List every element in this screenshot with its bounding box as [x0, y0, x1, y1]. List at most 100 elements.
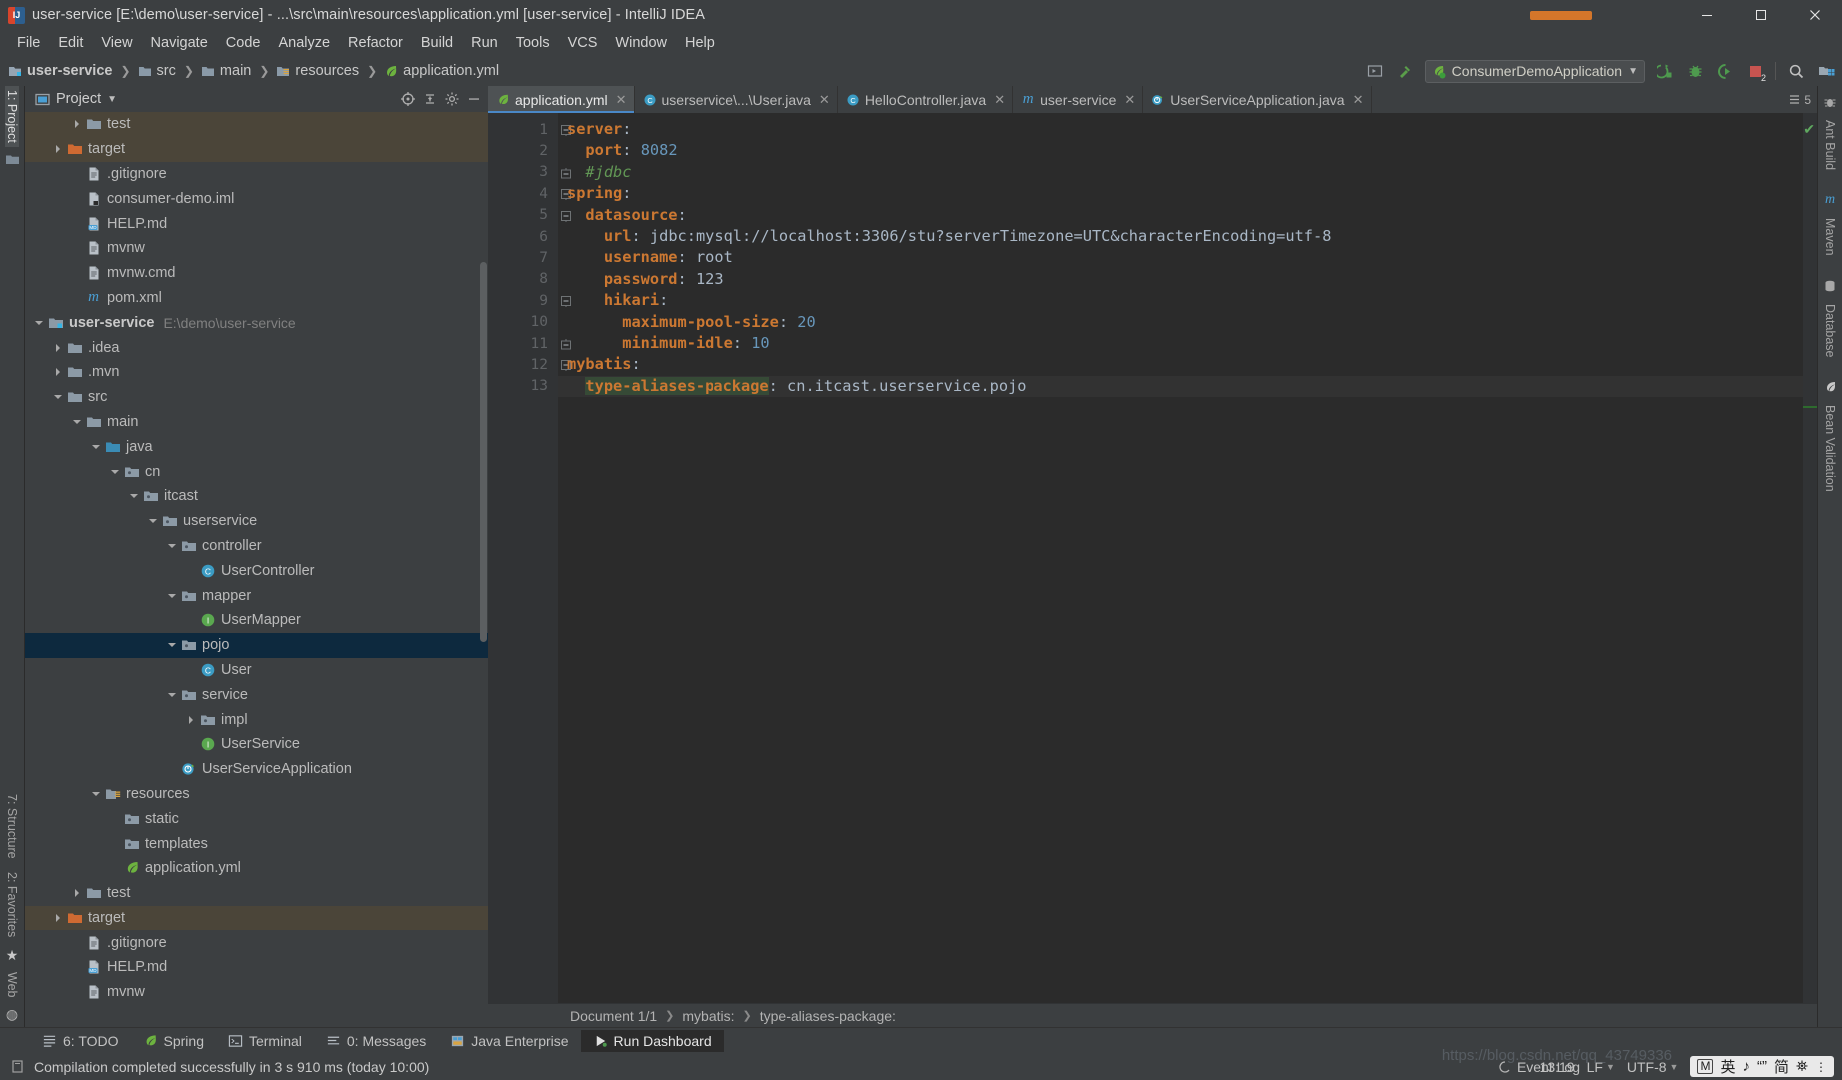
tree-row-static[interactable]: static	[25, 806, 488, 831]
tree-row-usermapper[interactable]: I UserMapper	[25, 608, 488, 633]
tree-row-pom-xml[interactable]: m pom.xml	[25, 286, 488, 311]
close-icon[interactable]: ✕	[1124, 92, 1135, 108]
project-tree[interactable]: test target .gitignore consumer-demo.iml MD H…	[25, 112, 488, 1027]
gutter-line-13[interactable]: 13	[488, 376, 571, 397]
chevron-right-icon[interactable]	[50, 340, 66, 356]
tree-row--gitignore[interactable]: .gitignore	[25, 162, 488, 187]
nav-crumb-src[interactable]: src ❯	[138, 63, 201, 79]
tool-button-favorites[interactable]: 2: Favorites	[5, 868, 19, 941]
chevron-down-icon[interactable]	[126, 488, 142, 504]
chevron-down-icon[interactable]	[88, 439, 104, 455]
error-stripe-marker-panel[interactable]: ✔	[1803, 113, 1817, 1003]
build-hammer-icon[interactable]	[1395, 61, 1415, 81]
tree-row-help-md[interactable]: MD HELP.md	[25, 955, 488, 980]
editor-tab-application-yml[interactable]: application.yml ✕	[488, 86, 635, 113]
ime-simplified[interactable]: 简	[1774, 1056, 1789, 1077]
code-line-9[interactable]: hikari:	[558, 290, 1817, 311]
chevron-down-icon[interactable]	[145, 513, 161, 529]
chevron-down-icon[interactable]	[107, 464, 123, 480]
close-icon[interactable]: ✕	[1353, 92, 1364, 108]
gutter-line-6[interactable]: 6	[488, 226, 558, 247]
editor-gutter[interactable]: 1 2 3 4 5 6 7 8 9 10 11 12 13	[488, 113, 571, 1003]
nav-crumb-main[interactable]: main ❯	[201, 63, 277, 79]
tree-row-pojo[interactable]: pojo	[25, 632, 488, 658]
nav-crumb-file[interactable]: application.yml	[384, 63, 499, 79]
breadcrumb-item[interactable]: Document 1/1	[570, 1008, 657, 1024]
chevron-right-icon[interactable]	[50, 364, 66, 380]
breadcrumb-item[interactable]: mybatis:	[682, 1008, 734, 1024]
tab-overflow-indicator[interactable]: 5	[1788, 86, 1817, 113]
tree-row-help-md[interactable]: MD HELP.md	[25, 211, 488, 236]
gutter-line-9[interactable]: 9	[488, 290, 571, 311]
chevron-down-icon[interactable]	[31, 315, 47, 331]
code-line-1[interactable]: server:	[558, 119, 1817, 140]
nav-crumb-project[interactable]: user-service ❯	[8, 63, 138, 79]
editor-tab-bar[interactable]: application.yml ✕ Cuserservice\...\User.ja…	[488, 86, 1817, 113]
gutter-line-11[interactable]: 11	[488, 333, 571, 354]
menu-window[interactable]: Window	[606, 32, 676, 54]
editor-tab-userserviceapplication-java[interactable]: UserServiceApplication.java ✕	[1143, 86, 1372, 113]
code-line-2[interactable]: port: 8082	[558, 140, 1817, 161]
editor-tab-userservice-user-java[interactable]: Cuserservice\...\User.java ✕	[635, 86, 838, 113]
tree-row-mapper[interactable]: mapper	[25, 583, 488, 608]
close-icon[interactable]: ✕	[994, 92, 1005, 108]
scroll-from-source-icon[interactable]	[400, 91, 416, 107]
settings-gear-icon[interactable]	[444, 91, 460, 107]
tree-row-userservice[interactable]: I UserService	[25, 732, 488, 757]
collapse-all-icon[interactable]	[422, 91, 438, 107]
tree-row-main[interactable]: main	[25, 410, 488, 435]
tree-row-src[interactable]: src	[25, 385, 488, 410]
tool-button-project[interactable]: 1: Project	[5, 86, 19, 147]
tool-button-ant-build[interactable]: Ant Build	[1823, 116, 1837, 174]
menu-view[interactable]: View	[92, 32, 141, 54]
tree-row-user-service[interactable]: user-service E:\demo\user-service	[25, 310, 488, 335]
chevron-down-icon[interactable]	[164, 637, 180, 653]
ime-punctuation[interactable]: “”	[1757, 1058, 1767, 1075]
tree-row-service[interactable]: service	[25, 682, 488, 707]
code-line-6[interactable]: url: jdbc:mysql://localhost:3306/stu?ser…	[558, 226, 1817, 247]
code-line-8[interactable]: password: 123	[558, 269, 1817, 290]
tree-row-test[interactable]: test	[25, 112, 488, 137]
ime-extra-icon[interactable]: ⛯	[1796, 1058, 1808, 1075]
bottom-tool-window-bar[interactable]: 6: TODO Spring Terminal 0: Messages Java Ent…	[0, 1027, 1842, 1053]
gutter-line-4[interactable]: 4	[488, 183, 571, 204]
encoding-selector[interactable]: UTF-8 ▼	[1627, 1059, 1679, 1075]
tree-row-usercontroller[interactable]: C UserController	[25, 558, 488, 583]
code-line-13[interactable]: type-aliases-package: cn.itcast.userserv…	[558, 375, 1817, 398]
select-in-icon[interactable]	[1365, 61, 1385, 81]
line-separator-selector[interactable]: LF ▼	[1587, 1059, 1615, 1075]
minimize-button[interactable]	[1680, 0, 1734, 30]
menu-edit[interactable]: Edit	[49, 32, 92, 54]
gutter-line-5[interactable]: 5	[488, 205, 571, 226]
menu-code[interactable]: Code	[217, 32, 270, 54]
menu-help[interactable]: Help	[676, 32, 724, 54]
code-line-5[interactable]: datasource:	[558, 205, 1817, 226]
nav-crumb-resources[interactable]: resources ❯	[276, 63, 384, 79]
tool-button-web[interactable]: Web	[5, 968, 19, 1001]
run-configuration-selector[interactable]: ConsumerDemoApplication ▼	[1424, 59, 1645, 83]
tree-row-mvnw-cmd[interactable]: mvnw.cmd	[25, 261, 488, 286]
tree-row-userserviceapplication[interactable]: UserServiceApplication	[25, 757, 488, 782]
chevron-down-icon[interactable]	[164, 687, 180, 703]
gutter-line-10[interactable]: 10	[488, 312, 558, 333]
tree-row-impl[interactable]: impl	[25, 707, 488, 732]
tree-row-resources[interactable]: resources	[25, 782, 488, 807]
gutter-line-8[interactable]: 8	[488, 269, 558, 290]
tool-window-button-run-dashboard[interactable]: Run Dashboard	[580, 1029, 724, 1052]
menu-analyze[interactable]: Analyze	[269, 32, 339, 54]
tree-row-user[interactable]: C User	[25, 658, 488, 683]
ime-language[interactable]: 英	[1720, 1056, 1735, 1077]
tree-row-controller[interactable]: controller	[25, 534, 488, 559]
chevron-right-icon[interactable]	[69, 885, 85, 901]
tree-row-consumer-demo-iml[interactable]: consumer-demo.iml	[25, 186, 488, 211]
ime-note-icon[interactable]: ♪	[1742, 1058, 1750, 1075]
close-icon[interactable]: ✕	[819, 92, 830, 108]
chevron-down-icon[interactable]	[69, 414, 85, 430]
tree-row-mvnw[interactable]: mvnw	[25, 236, 488, 261]
editor-code-content[interactable]: server: port: 8082 #jdbc spring: datasour…	[558, 113, 1817, 1003]
tree-row-mvnw[interactable]: mvnw	[25, 980, 488, 1005]
tree-row-templates[interactable]: templates	[25, 831, 488, 856]
menu-file[interactable]: File	[8, 32, 49, 54]
tool-window-button-6-todo[interactable]: 6: TODO	[30, 1030, 131, 1052]
close-icon[interactable]: ✕	[616, 92, 627, 108]
